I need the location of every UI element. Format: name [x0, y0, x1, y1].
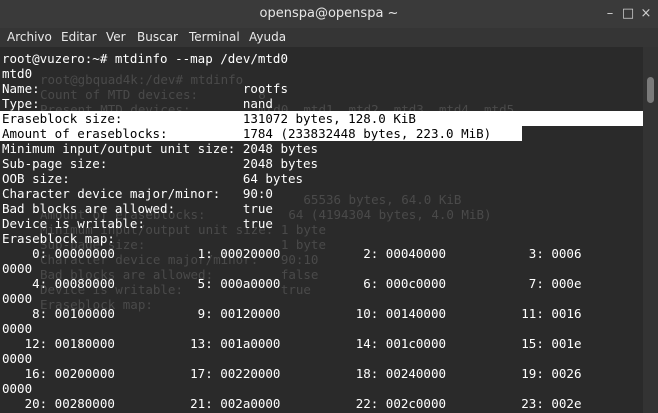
- terminal-line: OOB size: 64 bytes: [2, 171, 304, 186]
- terminal-line: Device is writable: true: [2, 216, 273, 231]
- menu-ver[interactable]: Ver: [106, 30, 126, 44]
- menu-ayuda[interactable]: Ayuda: [249, 30, 286, 44]
- terminal-line: mtd0: [2, 66, 33, 81]
- close-icon[interactable]: ×: [638, 6, 654, 22]
- terminal-line: root@vuzero:~# mtdinfo --map /dev/mtd0: [2, 51, 288, 66]
- terminal-line: Character device major/minor: 90:0: [2, 186, 273, 201]
- menu-buscar[interactable]: Buscar: [137, 30, 178, 44]
- scrollbar[interactable]: [643, 47, 658, 413]
- terminal-line: Bad blocks are allowed: true: [2, 201, 273, 216]
- menu-terminal[interactable]: Terminal: [189, 30, 240, 44]
- terminal-line: 16: 00200000 17: 00220000 18: 00240000 1…: [2, 366, 582, 381]
- terminal-line: Sub-page size: 2048 bytes: [2, 156, 319, 171]
- menu-bar: Archivo Editar Ver Buscar Terminal Ayuda: [0, 28, 658, 47]
- terminal-line: 0000: [2, 351, 33, 366]
- window-title: openspa@openspa ~: [259, 6, 399, 21]
- terminal-window: openspa@openspa ~ – □ × Archivo Editar V…: [0, 0, 658, 413]
- terminal-line-selected: Eraseblock size: 131072 bytes, 128.0 KiB: [2, 111, 416, 126]
- minimize-icon[interactable]: –: [602, 6, 618, 22]
- terminal-line: Type: nand: [2, 96, 273, 111]
- title-bar: openspa@openspa ~ – □ ×: [0, 0, 658, 29]
- terminal-line-selected: Amount of eraseblocks: 1784 (233832448 b…: [2, 126, 492, 141]
- terminal-output[interactable]: root@gbquad4k:/dev# mtdinfo Count of MTD…: [0, 47, 643, 413]
- terminal-line: 0000: [2, 321, 33, 336]
- terminal-line: 8: 00100000 9: 00120000 10: 00140000 11:…: [2, 306, 582, 321]
- terminal-line: Eraseblock map:: [2, 231, 115, 246]
- maximize-icon[interactable]: □: [620, 6, 636, 22]
- menu-archivo[interactable]: Archivo: [7, 30, 52, 44]
- terminal-line: 20: 00280000 21: 002a0000 22: 002c0000 2…: [2, 396, 582, 411]
- terminal-line: Name: rootfs: [2, 81, 288, 96]
- menu-editar[interactable]: Editar: [61, 30, 97, 44]
- terminal-line: 12: 00180000 13: 001a0000 14: 001c0000 1…: [2, 336, 582, 351]
- terminal-line: Minimum input/output unit size: 2048 byt…: [2, 141, 319, 156]
- terminal-line: 4: 00080000 5: 000a0000 6: 000c0000 7: 0…: [2, 276, 582, 291]
- scrollbar-thumb[interactable]: [647, 77, 654, 103]
- terminal-line: 0000: [2, 381, 33, 396]
- terminal-line: 0000: [2, 291, 33, 306]
- terminal-line: 0: 00000000 1: 00020000 2: 00040000 3: 0…: [2, 246, 582, 261]
- terminal-line: 0000: [2, 261, 33, 276]
